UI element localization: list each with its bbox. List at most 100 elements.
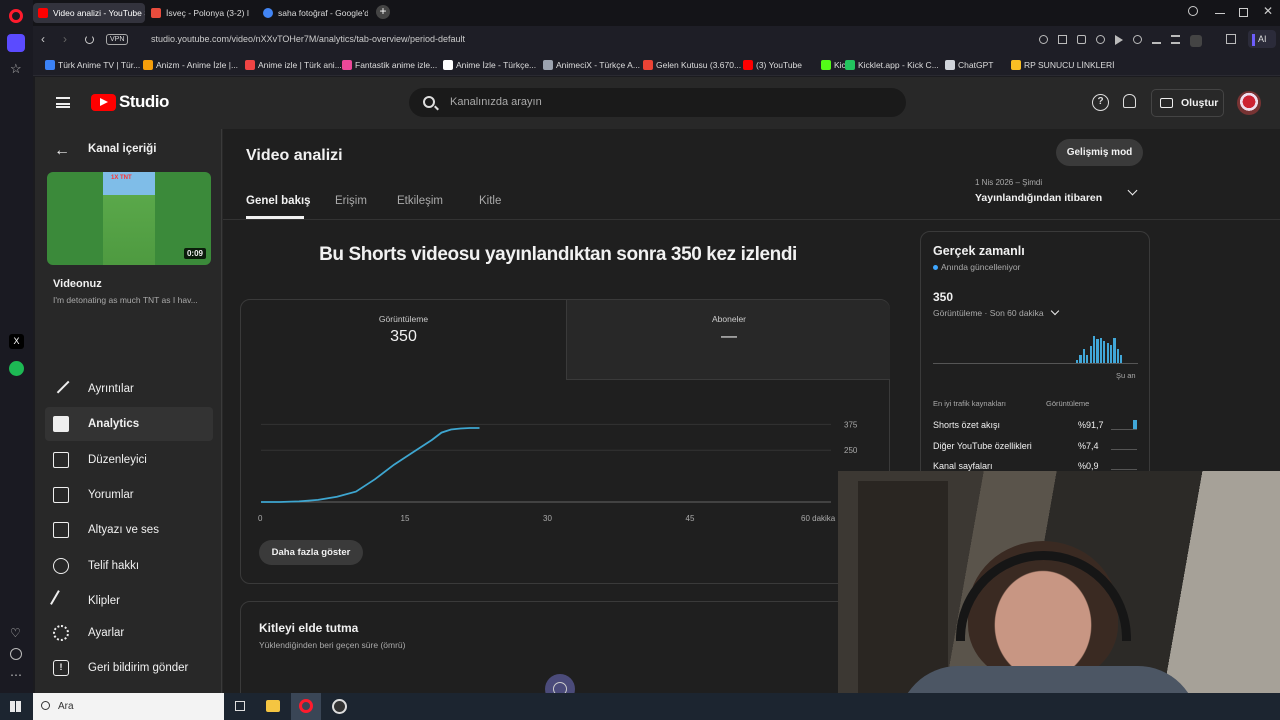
- shield-icon[interactable]: [1096, 35, 1105, 44]
- nav-item[interactable]: Telif hakkı: [45, 549, 213, 583]
- heart-outline-icon[interactable]: [1133, 35, 1142, 44]
- avatar[interactable]: [1237, 91, 1261, 115]
- maximize-icon[interactable]: [1239, 8, 1248, 17]
- bookmark-item[interactable]: Anime İzle - Türkçe...: [443, 57, 536, 73]
- ai-indicator-icon: [1252, 33, 1255, 46]
- nav-feedback[interactable]: ! Geri bildirim gönder: [45, 651, 213, 685]
- bookmark-item[interactable]: Gelen Kutusu (3.670...: [643, 57, 741, 73]
- metric-subscribers[interactable]: Aboneler —: [566, 300, 890, 380]
- realtime-bar: [1113, 337, 1116, 363]
- minimize-icon[interactable]: [1215, 13, 1225, 14]
- notifications-bell-icon[interactable]: [1123, 94, 1136, 108]
- sources-col-header: Görüntüleme: [1046, 399, 1090, 408]
- history-icon[interactable]: [10, 648, 22, 660]
- metric-subscribers-label: Aboneler: [711, 314, 747, 324]
- show-more-label: Daha fazla göster: [271, 547, 351, 558]
- close-window-icon[interactable]: ✕: [1263, 4, 1273, 18]
- bookmark-item[interactable]: RP SUNUCU LİNKLERİ: [1011, 57, 1115, 73]
- realtime-bar: [1099, 337, 1102, 363]
- nav-item[interactable]: Altyazı ve ses: [45, 513, 213, 547]
- realtime-value: 350: [933, 290, 954, 304]
- realtime-metric-selector[interactable]: Görüntüleme · Son 60 dakika: [933, 306, 1060, 318]
- star-icon[interactable]: ☆: [10, 61, 22, 77]
- bookmark-item[interactable]: Anizm - Anime İzle |...: [143, 57, 238, 73]
- bookmark-favicon-icon: [1011, 60, 1021, 70]
- file-explorer-icon[interactable]: [266, 700, 280, 712]
- nav-item[interactable]: Ayrıntılar: [45, 372, 213, 406]
- url-field[interactable]: studio.youtube.com/video/nXXvTOHer7M/ana…: [151, 34, 465, 44]
- opera-logo-icon[interactable]: [9, 9, 23, 23]
- video-thumbnail[interactable]: 1X TNT 0:09: [47, 172, 211, 265]
- bookmark-item[interactable]: Anime izle | Türk ani...: [245, 57, 342, 73]
- spotify-icon[interactable]: [9, 361, 24, 376]
- tab-search-icon[interactable]: [1188, 6, 1198, 16]
- vpn-badge[interactable]: VPN: [106, 34, 129, 45]
- obs-taskbar-icon[interactable]: [332, 699, 347, 714]
- x-twitter-icon[interactable]: X: [9, 334, 24, 349]
- nav-item[interactable]: Analytics: [45, 407, 213, 442]
- opera-taskbar-icon[interactable]: [291, 693, 321, 720]
- tab-google-search[interactable]: saha fotoğraf - Google'da: [258, 3, 368, 23]
- tab-sweden-poland[interactable]: İsveç - Polonya (3-2) I: [146, 3, 256, 23]
- nav-item[interactable]: Klipler: [45, 584, 213, 618]
- tab-reach[interactable]: Erişim: [335, 195, 367, 207]
- nav-item[interactable]: Düzenleyici: [45, 443, 213, 477]
- menu-lines-icon[interactable]: [1171, 35, 1180, 44]
- heart-icon[interactable]: ♡: [10, 626, 21, 640]
- cube-icon[interactable]: [1226, 34, 1236, 44]
- bookmark-item[interactable]: Fantastik anime izle...: [342, 57, 437, 73]
- show-more-button[interactable]: Daha fazla göster: [259, 540, 363, 565]
- advanced-mode-button[interactable]: Gelişmiş mod: [1056, 139, 1143, 166]
- more-icon[interactable]: ⋯: [10, 668, 22, 682]
- back-to-channel-content[interactable]: Kanal içeriği: [88, 143, 156, 155]
- bookmark-favicon-icon: [821, 60, 831, 70]
- tab-video-analytics[interactable]: Video analizi - YouTube S: [33, 3, 145, 23]
- create-button[interactable]: Oluştur: [1151, 89, 1224, 117]
- bookmark-item[interactable]: AnimeciX - Türkçe A...: [543, 57, 640, 73]
- webcam-overlay: [838, 471, 1280, 720]
- nav-item-label: Ayrıntılar: [88, 383, 134, 395]
- hamburger-menu-icon[interactable]: [56, 97, 70, 108]
- tab-engagement[interactable]: Etkileşim: [397, 195, 443, 207]
- realtime-subtitle: Anında güncelleniyor: [941, 262, 1021, 272]
- traffic-source-row[interactable]: Diğer YouTube özellikleri %7,4: [933, 441, 1138, 457]
- zoom-icon[interactable]: [1039, 35, 1048, 44]
- speaker-icon: [151, 8, 161, 18]
- profile-icon[interactable]: [1190, 35, 1202, 47]
- play-icon[interactable]: [1115, 35, 1123, 45]
- create-label: Oluştur: [1181, 97, 1219, 109]
- new-tab-icon[interactable]: +: [376, 5, 390, 19]
- forward-nav-icon[interactable]: ›: [63, 32, 67, 46]
- bookmark-item[interactable]: Kicklet.app - Kick C...: [845, 57, 939, 73]
- back-arrow-icon[interactable]: ←: [54, 142, 70, 160]
- metric-views[interactable]: Görüntüleme 350: [241, 300, 566, 380]
- traffic-source-row[interactable]: Shorts özet akışı %91,7: [933, 420, 1138, 436]
- tab-overview[interactable]: Genel bakış: [246, 195, 311, 207]
- task-view-icon[interactable]: [235, 701, 245, 711]
- edit-icon[interactable]: [1058, 35, 1067, 44]
- bookmark-favicon-icon: [342, 60, 352, 70]
- analytics-tabs: Genel bakış Erişim Etkileşim Kitle: [246, 195, 746, 219]
- bookmark-favicon-icon: [643, 60, 653, 70]
- bookmark-item[interactable]: (3) YouTube: [743, 57, 802, 73]
- bookmark-item[interactable]: ChatGPT: [945, 57, 993, 73]
- x-tick-label: 0: [258, 514, 263, 523]
- tab-audience[interactable]: Kitle: [479, 195, 501, 207]
- camera-icon[interactable]: [1077, 35, 1086, 44]
- ai-button[interactable]: AI: [1248, 30, 1276, 48]
- back-nav-icon[interactable]: ‹: [41, 32, 45, 46]
- home-icon[interactable]: [7, 34, 25, 52]
- realtime-bar: [1120, 354, 1123, 363]
- period-selector[interactable]: 1 Nis 2026 – Şimdi Yayınlandığından itib…: [975, 178, 1143, 206]
- bookmark-label: Gelen Kutusu (3.670...: [656, 60, 742, 70]
- download-icon[interactable]: [1152, 35, 1161, 44]
- channel-search[interactable]: Kanalınızda arayın: [409, 88, 906, 117]
- nav-item[interactable]: Yorumlar: [45, 478, 213, 512]
- bookmark-item[interactable]: Türk Anime TV | Tür...: [45, 57, 140, 73]
- reload-icon[interactable]: [85, 35, 94, 44]
- windows-start-icon[interactable]: [10, 701, 21, 712]
- nav-settings[interactable]: Ayarlar: [45, 616, 213, 650]
- taskbar-search[interactable]: Ara: [33, 693, 224, 720]
- period-range: 1 Nis 2026 – Şimdi: [975, 178, 1043, 187]
- help-icon[interactable]: ?: [1092, 94, 1109, 111]
